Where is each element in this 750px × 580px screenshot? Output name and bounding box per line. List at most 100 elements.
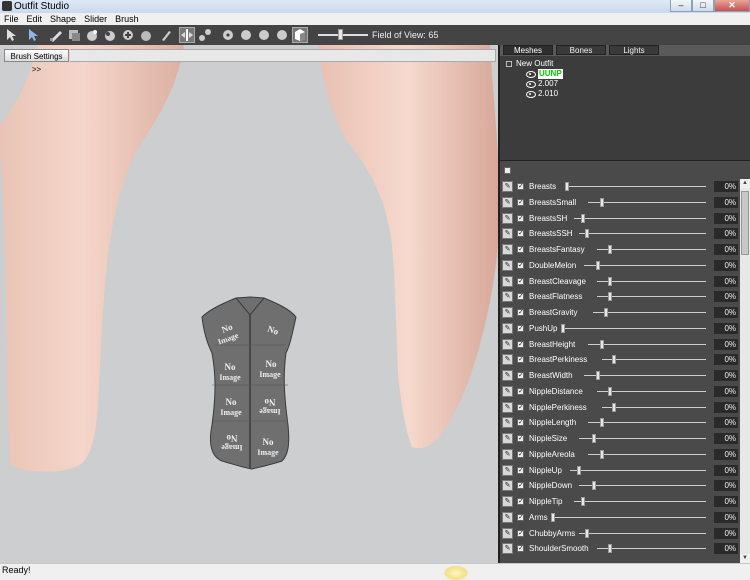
slider-track[interactable] (597, 390, 706, 392)
edit-slider-icon[interactable]: ✎ (502, 338, 513, 350)
slider-value-field[interactable]: 0% (714, 322, 738, 334)
slider-enable-checkbox[interactable] (517, 544, 524, 553)
edit-slider-icon[interactable]: ✎ (502, 212, 513, 224)
slider-value-field[interactable]: 0% (714, 417, 738, 429)
edit-slider-icon[interactable]: ✎ (502, 322, 513, 334)
slider-track[interactable] (588, 422, 706, 424)
eye-icon[interactable] (526, 80, 536, 88)
slider-thumb[interactable] (580, 213, 585, 223)
edit-slider-icon[interactable]: ✎ (502, 433, 513, 444)
slider-thumb[interactable] (608, 292, 613, 302)
edit-slider-icon[interactable]: ✎ (502, 417, 513, 429)
slider-thumb[interactable] (560, 323, 565, 333)
edit-slider-icon[interactable]: ✎ (502, 259, 513, 271)
edit-slider-icon[interactable]: ✎ (502, 401, 513, 413)
close-button[interactable]: ✕ (714, 0, 750, 12)
slider-track[interactable] (579, 532, 706, 534)
menu-slider[interactable]: Slider (80, 13, 111, 25)
edit-slider-icon[interactable]: ✎ (502, 543, 513, 555)
edit-slider-icon[interactable]: ✎ (502, 464, 513, 476)
view-left-icon[interactable] (238, 27, 254, 43)
slider-thumb[interactable] (595, 371, 600, 380)
slider-enable-checkbox[interactable] (517, 387, 524, 395)
slider-thumb[interactable] (591, 434, 596, 443)
edit-slider-icon[interactable]: ✎ (502, 244, 513, 255)
maximize-button[interactable]: □ (692, 0, 714, 12)
tree-collapse-toggle[interactable] (506, 61, 512, 67)
scroll-up-arrow[interactable]: ▲ (740, 179, 750, 188)
slider-track[interactable] (597, 296, 706, 298)
edit-slider-icon[interactable]: ✎ (502, 196, 513, 208)
smooth-brush-icon[interactable] (120, 27, 136, 43)
slider-track[interactable] (569, 469, 706, 471)
menu-edit[interactable]: Edit (23, 13, 47, 25)
transform-brush-icon[interactable] (25, 27, 41, 43)
slider-thumb[interactable] (599, 418, 604, 428)
slider-thumb[interactable] (599, 339, 604, 349)
mask-brush-icon[interactable] (48, 27, 64, 43)
3d-viewport[interactable]: No Image No No Image No Image No Image N… (0, 45, 498, 563)
slider-value-field[interactable]: 0% (714, 464, 738, 476)
slider-enable-checkbox[interactable] (517, 261, 524, 269)
slider-value-field[interactable]: 0% (714, 401, 738, 413)
slider-enable-checkbox[interactable] (517, 513, 524, 521)
slider-value-field[interactable]: 0% (714, 181, 738, 192)
slider-enable-checkbox[interactable] (517, 466, 524, 474)
slider-enable-checkbox[interactable] (517, 481, 524, 490)
slider-enable-checkbox[interactable] (517, 198, 524, 206)
undiff-brush-icon[interactable] (138, 27, 154, 43)
slider-thumb[interactable] (580, 497, 585, 506)
slider-scrollbar[interactable]: ▲ ▼ (740, 179, 750, 563)
slider-value-field[interactable]: 0% (714, 259, 738, 271)
slider-thumb[interactable] (591, 481, 596, 491)
slider-thumb[interactable] (612, 402, 617, 412)
slider-thumb[interactable] (585, 528, 590, 538)
slider-track[interactable] (565, 186, 706, 187)
slider-enable-checkbox[interactable] (517, 229, 524, 238)
slider-track[interactable] (588, 453, 706, 455)
deflate-brush-icon[interactable] (84, 27, 100, 43)
weight-brush-icon[interactable] (158, 27, 174, 43)
scroll-down-arrow[interactable]: ▼ (740, 554, 750, 563)
edit-slider-icon[interactable]: ✎ (502, 527, 513, 539)
slider-enable-checkbox[interactable] (517, 277, 524, 285)
slider-value-field[interactable]: 0% (714, 212, 738, 224)
slider-track[interactable] (592, 312, 706, 313)
edit-slider-icon[interactable]: ✎ (502, 291, 513, 303)
slider-track[interactable] (583, 264, 706, 266)
slider-track[interactable] (583, 375, 706, 376)
edit-slider-icon[interactable]: ✎ (502, 228, 513, 240)
edit-slider-icon[interactable]: ✎ (502, 385, 513, 397)
tree-node-2007[interactable]: 2.007 (526, 79, 558, 89)
connect-icon[interactable] (197, 27, 213, 43)
tab-meshes[interactable]: Meshes (503, 45, 553, 55)
tab-lights[interactable]: Lights (609, 45, 659, 55)
slider-enable-checkbox[interactable] (517, 245, 524, 253)
slider-thumb[interactable] (608, 386, 613, 396)
slider-enable-checkbox[interactable] (517, 214, 524, 222)
slider-thumb[interactable] (608, 245, 613, 254)
slider-thumb[interactable] (608, 276, 613, 286)
slider-enable-checkbox[interactable] (517, 292, 524, 301)
slider-track[interactable] (579, 233, 706, 235)
slider-track[interactable] (597, 280, 706, 282)
slider-thumb[interactable] (599, 197, 604, 207)
eye-icon[interactable] (526, 70, 536, 78)
slider-value-field[interactable]: 0% (714, 480, 738, 492)
slider-thumb[interactable] (612, 355, 617, 365)
tree-node-uunp[interactable]: UUNP (526, 69, 563, 79)
slider-enable-checkbox[interactable] (517, 434, 524, 442)
slider-track[interactable] (579, 485, 706, 487)
slider-track[interactable] (579, 438, 706, 439)
tree-node-2010[interactable]: 2.010 (526, 89, 558, 99)
slider-enable-checkbox[interactable] (517, 340, 524, 348)
edit-slider-icon[interactable]: ✎ (502, 480, 513, 492)
slider-value-field[interactable]: 0% (714, 448, 738, 460)
slider-value-field[interactable]: 0% (714, 527, 738, 539)
slider-enable-checkbox[interactable] (517, 403, 524, 411)
slider-enable-checkbox[interactable] (517, 497, 524, 505)
slider-value-field[interactable]: 0% (714, 543, 738, 555)
slider-value-field[interactable]: 0% (714, 307, 738, 318)
slider-value-field[interactable]: 0% (714, 196, 738, 208)
slider-track[interactable] (602, 406, 706, 408)
